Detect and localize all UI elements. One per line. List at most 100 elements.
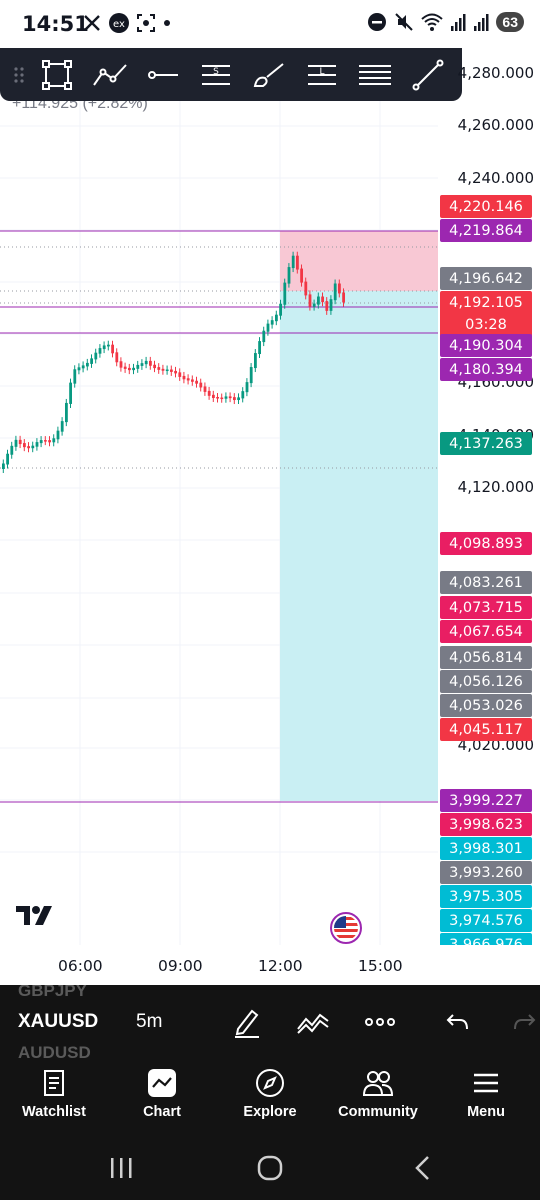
candle-body	[321, 296, 324, 303]
candle-body	[275, 314, 278, 322]
price-tag-value: 3,974.576	[449, 912, 523, 929]
candle-body	[224, 396, 228, 399]
candle-body	[107, 344, 110, 347]
recent-apps-icon[interactable]	[108, 1156, 134, 1180]
price-tag-value: 4,196.642	[449, 270, 523, 287]
candle-body	[140, 363, 144, 366]
price-tag: 4,219.864	[440, 219, 532, 242]
horizontal-ray-tool[interactable]	[136, 48, 189, 101]
price-tag: 4,073.715	[440, 596, 532, 619]
time-axis-label: 09:00	[158, 957, 203, 975]
candle-body	[182, 375, 186, 380]
price-tag-value: 4,180.394	[449, 361, 523, 378]
price-tag: 4,083.261	[440, 571, 532, 594]
price-axis-label: 4,120.000	[457, 478, 534, 496]
candle-body	[207, 390, 211, 396]
redo-icon[interactable]	[510, 1005, 538, 1039]
price-tag-value: 4,098.893	[449, 535, 523, 552]
indicators-icon[interactable]	[296, 1005, 330, 1039]
interval-button[interactable]: 5m	[136, 1011, 162, 1033]
nav-explore[interactable]: Explore	[216, 1060, 324, 1140]
long-position-tool[interactable]: L	[295, 48, 348, 101]
candle-body	[270, 320, 274, 325]
candle-body	[153, 364, 156, 369]
do-not-disturb-icon	[368, 13, 387, 31]
price-tag: 3,974.576	[440, 909, 532, 932]
price-tag-value: 4,137.263	[449, 435, 523, 452]
candle-body	[283, 282, 287, 305]
ex-app-icon: ex	[109, 13, 129, 33]
candle-body	[98, 348, 102, 354]
symbol-name[interactable]: XAUUSD	[18, 1011, 98, 1033]
candle-body	[312, 303, 316, 307]
candle-body	[23, 443, 26, 448]
candle-body	[195, 380, 198, 384]
candle-body	[186, 378, 190, 381]
path-tool-icon	[92, 63, 127, 86]
candle-body	[228, 396, 232, 399]
nav-label: Explore	[243, 1104, 297, 1120]
bottom-nav: Watchlist Chart Explore Community Menu	[0, 1060, 540, 1140]
candle-body	[308, 294, 312, 307]
long-position-icon: L	[307, 64, 336, 85]
price-tag-value: 3,999.227	[449, 792, 523, 809]
candle-body	[69, 382, 72, 404]
candle-body	[237, 397, 240, 401]
candle-body	[60, 421, 64, 432]
pencil-icon[interactable]	[232, 1005, 262, 1039]
rectangle-tool-icon	[41, 59, 72, 90]
nav-chart[interactable]: Chart	[108, 1060, 216, 1140]
candle-body	[212, 394, 215, 398]
candle-body	[191, 379, 194, 382]
price-tag: 4,067.654	[440, 620, 532, 643]
candle-body	[254, 353, 257, 369]
tradingview-logo-icon[interactable]	[16, 904, 60, 926]
price-tag-value: 4,219.864	[449, 222, 523, 239]
short-position-tool[interactable]: S	[189, 48, 242, 101]
home-icon[interactable]	[256, 1154, 284, 1182]
more-icon[interactable]	[364, 1005, 396, 1039]
price-tag: 4,137.263	[440, 432, 532, 455]
svg-text:S: S	[213, 67, 219, 77]
brush-icon	[253, 62, 284, 87]
nav-menu[interactable]: Menu	[432, 1060, 540, 1140]
candle-body	[325, 301, 329, 311]
candle-body	[73, 369, 77, 384]
candle-body	[157, 367, 161, 370]
us-flag-icon[interactable]	[328, 912, 364, 944]
back-icon[interactable]	[412, 1154, 434, 1182]
toolbar-drag-handle[interactable]	[8, 48, 30, 101]
status-left-icons: ex	[82, 12, 172, 34]
prev-symbol[interactable]: GBPJPY	[18, 985, 87, 1001]
candle-body	[245, 382, 249, 393]
candle-body	[39, 440, 43, 444]
candle-body	[102, 345, 106, 350]
candle-body	[333, 283, 337, 301]
signal-icon	[474, 14, 489, 31]
price-axis-label: 4,260.000	[457, 116, 534, 134]
candle-body	[287, 267, 291, 284]
chart-icon	[148, 1069, 176, 1097]
price-tag: 3,998.623	[440, 813, 532, 836]
price-tag: 4,056.126	[440, 670, 532, 693]
watchlist-icon	[44, 1070, 64, 1096]
undo-icon[interactable]	[444, 1005, 472, 1039]
candle-body	[94, 352, 98, 360]
candle-body	[90, 358, 93, 364]
nav-watchlist[interactable]: Watchlist	[0, 1060, 108, 1140]
time-axis-label: 06:00	[58, 957, 103, 975]
screenshot-icon	[137, 14, 155, 32]
brush-tool[interactable]	[242, 48, 295, 101]
price-tag-value: 4,083.261	[449, 574, 523, 591]
parallel-lines-tool[interactable]	[348, 48, 401, 101]
price-tag: 4,196.642	[440, 267, 532, 290]
path-tool[interactable]	[83, 48, 136, 101]
rectangle-tool[interactable]	[30, 48, 83, 101]
candle-body	[291, 255, 295, 269]
price-tag: 4,056.814	[440, 646, 532, 669]
price-axis-label: 4,240.000	[457, 169, 534, 187]
nav-community[interactable]: Community	[324, 1060, 432, 1140]
next-symbol[interactable]: AUDUSD	[18, 1043, 91, 1060]
time-axis[interactable]: 06:00 09:00 12:00 15:00	[0, 945, 540, 985]
candle-body	[149, 360, 152, 366]
